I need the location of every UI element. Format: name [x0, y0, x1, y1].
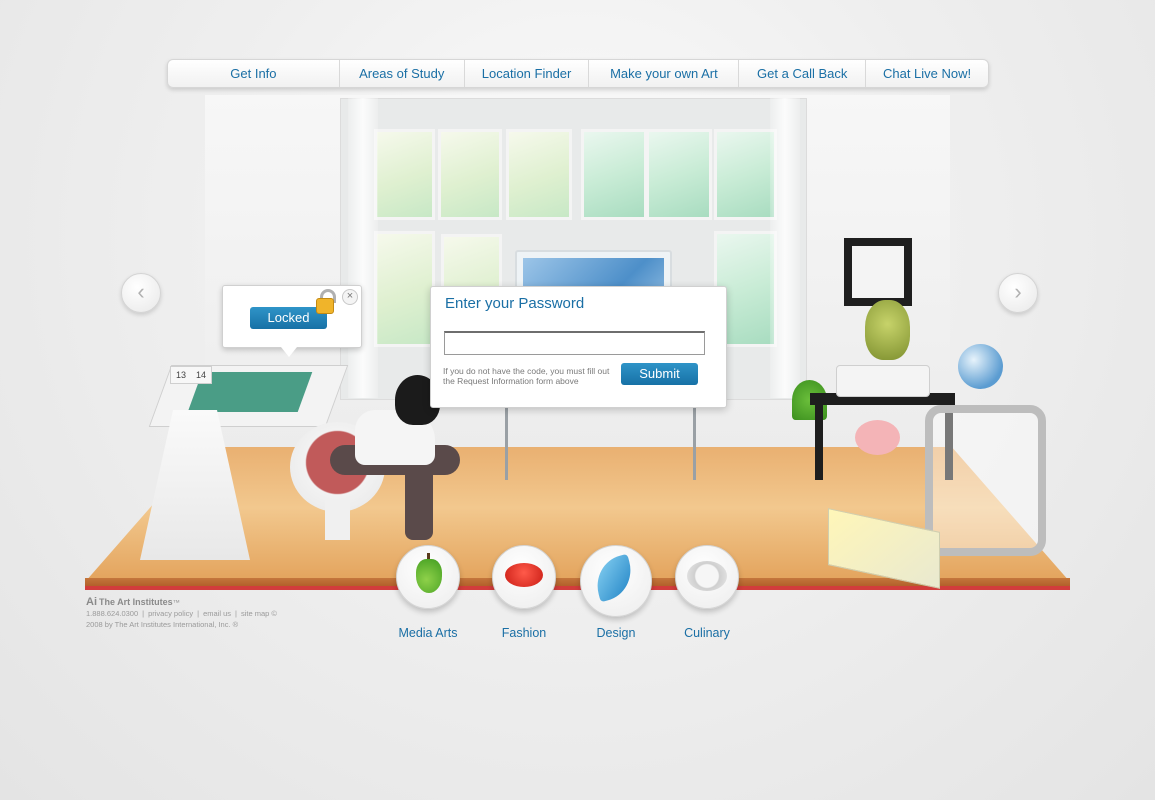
bottle-cap-icon	[505, 563, 543, 587]
chair-base	[325, 500, 350, 540]
footer-copyright: 2008 by The Art Institutes International…	[86, 620, 239, 629]
footer-sitemap-link[interactable]: site map ©	[241, 609, 277, 618]
password-popup: Enter your Password If you do not have t…	[430, 286, 727, 408]
window-pane	[714, 129, 777, 220]
category-label[interactable]: Fashion	[484, 626, 564, 640]
troll-figurine[interactable]	[865, 300, 910, 360]
footer: Ai The Art Institutes™ 1.888.624.0300 | pri…	[86, 597, 306, 630]
top-nav: Get Info Areas of Study Location Finder …	[167, 59, 989, 88]
nav-get-info[interactable]: Get Info	[168, 60, 340, 87]
category-circle[interactable]	[580, 545, 652, 617]
password-help-text: If you do not have the code, you must fi…	[443, 366, 610, 386]
footer-privacy-link[interactable]: privacy policy	[148, 609, 193, 618]
footer-brand: The Art Institutes	[99, 597, 173, 607]
picture-image	[852, 246, 904, 298]
nav-make-your-own-art[interactable]: Make your own Art	[589, 60, 740, 87]
window-pane	[646, 129, 712, 220]
next-arrow-button[interactable]: ›	[998, 273, 1038, 313]
feather-icon	[590, 553, 638, 603]
nav-get-a-call-back[interactable]: Get a Call Back	[739, 60, 867, 87]
category-label[interactable]: Culinary	[667, 626, 747, 640]
footer-logo: Ai The Art Institutes™	[86, 597, 306, 608]
chevron-left-icon: ‹	[137, 279, 145, 304]
padlock-open-icon	[316, 298, 334, 314]
pear-icon	[416, 559, 442, 593]
password-popup-title: Enter your Password	[445, 295, 585, 312]
footer-phone: 1.888.624.0300	[86, 609, 139, 618]
window-pane	[374, 231, 435, 347]
locked-popup: Locked ×	[222, 285, 362, 357]
window-pane	[374, 129, 435, 220]
close-icon[interactable]: ×	[342, 289, 358, 305]
printer[interactable]	[836, 365, 930, 397]
category-culinary[interactable]: Culinary	[667, 545, 747, 640]
window-pane	[438, 129, 502, 220]
student-shin	[405, 465, 433, 540]
curtain	[348, 98, 378, 398]
submit-button[interactable]: Submit	[621, 363, 698, 385]
trademark: ™	[172, 598, 181, 607]
footer-links: 1.888.624.0300 | privacy policy | email us | s…	[86, 609, 277, 618]
plate-icon	[687, 561, 727, 591]
footer-email-link[interactable]: email us	[203, 609, 231, 618]
piggy-bank[interactable]	[855, 420, 900, 455]
calendar-page: 13	[175, 370, 186, 380]
category-circle[interactable]	[675, 545, 739, 609]
category-media-arts[interactable]: Media Arts	[388, 545, 468, 640]
category-circle[interactable]	[492, 545, 556, 609]
nav-areas-of-study[interactable]: Areas of Study	[340, 60, 465, 87]
nav-chat-live-now[interactable]: Chat Live Now!	[866, 60, 988, 87]
desk-calendar: 13 14	[170, 366, 212, 384]
category-circle[interactable]	[396, 545, 460, 609]
password-input[interactable]	[444, 331, 705, 355]
window-pane	[581, 129, 647, 220]
nav-location-finder[interactable]: Location Finder	[465, 60, 590, 87]
calendar-page: 14	[195, 370, 206, 380]
window-pane	[506, 129, 572, 220]
category-label[interactable]: Design	[576, 626, 656, 640]
category-label[interactable]: Media Arts	[388, 626, 468, 640]
cube-shelf	[925, 405, 1046, 556]
category-fashion[interactable]: Fashion	[484, 545, 564, 640]
table-leg	[815, 405, 823, 480]
category-design[interactable]: Design	[576, 545, 656, 640]
footer-logo-mark: Ai	[86, 596, 97, 608]
prev-arrow-button[interactable]: ‹	[121, 273, 161, 313]
curtain	[770, 98, 800, 398]
framed-picture[interactable]	[844, 238, 912, 306]
chevron-right-icon: ›	[1014, 279, 1022, 304]
globe[interactable]	[958, 344, 1003, 389]
